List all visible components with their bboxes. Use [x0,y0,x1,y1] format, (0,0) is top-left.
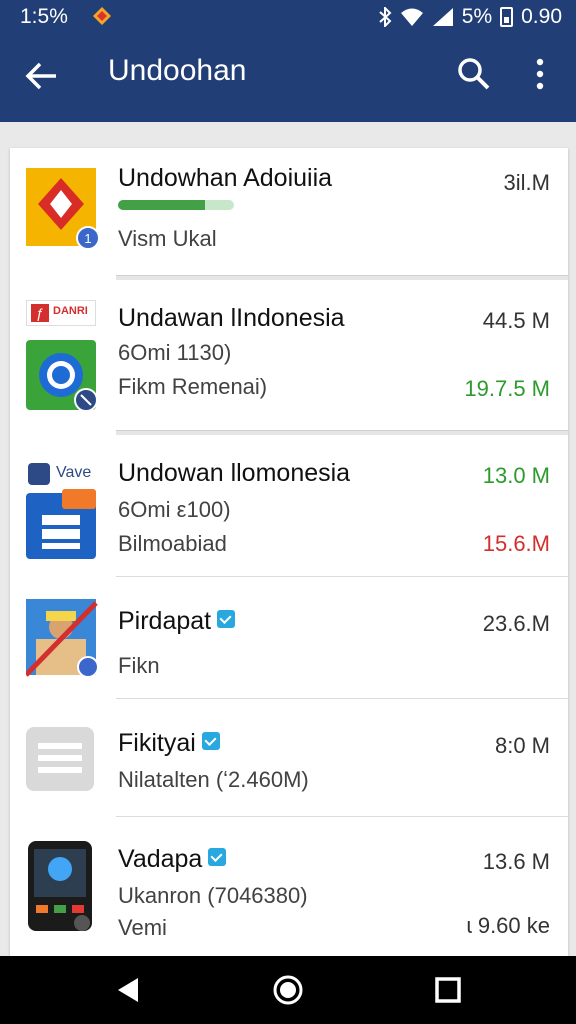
app-badge-label: Vave [56,464,92,481]
item-title: Fikityai [118,729,220,758]
app-icon [26,599,99,678]
search-icon[interactable] [456,56,492,92]
item-subtitle: Vemi [118,915,167,940]
app-icon: 1 [26,168,100,250]
item-title-text: Pirdapat [118,607,212,635]
notification-icon [93,7,111,25]
verified-icon [217,610,236,629]
download-progress [118,200,234,210]
list-item[interactable]: ƒ DANRI Undawan lIndonesia 6Omi 1130) Fi… [10,280,568,435]
app-badge-label: DANRI [53,305,88,317]
app-badge-icon [28,463,50,485]
item-subtitle: Fikn [118,653,160,678]
item-size: 23.6.M [482,611,550,636]
bluetooth-icon [379,7,392,27]
item-secondary-size: ɩ 9.60 ke [466,913,550,938]
app-badge: Vave [26,461,106,487]
signal-icon [432,8,453,26]
back-triangle-icon[interactable] [112,974,144,1006]
item-size: 3il.M [503,170,550,195]
list-item[interactable]: Pirdapat Fikn 23.6.M [10,577,568,699]
list-item[interactable]: Fikityai Nilatalten (ʻ2.460M) 8:0 M [10,699,568,817]
page-title: Undoohan [108,54,247,87]
item-detail: Ukanron (7046380) [118,883,308,908]
verified-icon [201,732,220,751]
verified-icon [208,848,227,867]
item-subtitle: Nilatalten (ʻ2.460M) [118,767,309,792]
list-item[interactable]: 1 Undowhan Adoiuiia Vism Ukal 3il.M [10,148,568,280]
list-item[interactable]: Vadapa Ukanron (7046380) Vemi 13.6 M ɩ 9… [10,817,568,956]
item-title-text: Vadapa [118,845,203,873]
item-subtitle: Bilmoabiad [118,531,227,556]
item-size: 13.6 M [482,849,550,874]
item-title: Undowan llomonesia [118,459,351,487]
item-remaining-size: 15.6.M [482,531,550,556]
battery-icon [500,7,514,27]
app-logo-icon: 1 [26,168,100,250]
navigation-bar [0,956,576,1024]
status-clock: 0.90 [521,5,562,28]
item-size: 44.5 M [482,308,550,333]
item-detail: 6Omi ε100) [118,497,231,522]
item-size: 8:0 M [494,733,550,758]
wifi-icon [400,8,423,26]
item-title: Undawan lIndonesia [118,304,345,332]
download-list: 1 Undowhan Adoiuiia Vism Ukal 3il.M ƒ DA… [10,148,568,956]
item-title: Undowhan Adoiuiia [118,164,333,192]
item-title: Vadapa [118,845,227,874]
app-bar: Undoohan [0,34,576,122]
svg-text:1: 1 [84,231,91,246]
list-item[interactable]: Vave Undowan llomonesia 6Omi ε100) Bilmo… [10,435,568,577]
item-size: 13.0 M [482,463,550,488]
app-icon [28,841,92,931]
item-subtitle: Vism Ukal [118,226,217,251]
app-icon [26,489,96,559]
home-circle-icon[interactable] [272,974,304,1006]
app-icon [26,340,98,412]
more-vert-icon[interactable] [526,56,554,92]
app-icon [26,727,94,791]
status-time: 1:5% [20,5,68,28]
item-downloaded-size: 19.7.5 M [464,376,550,401]
back-arrow-icon[interactable] [24,58,60,94]
item-title-text: Fikityai [118,729,196,757]
item-detail: 6Omi 1130) [118,340,232,365]
status-right: 5% 0.90 [378,5,562,29]
recents-square-icon[interactable] [432,974,464,1006]
item-subtitle: Fikm Remenai) [118,374,268,399]
app-badge-icon: ƒ [31,304,49,322]
battery-percent: 5% [461,5,493,28]
status-bar: 1:5% 5% 0.90 [0,0,576,34]
app-badge: ƒ DANRI [26,300,96,326]
item-title: Pirdapat [118,607,236,636]
